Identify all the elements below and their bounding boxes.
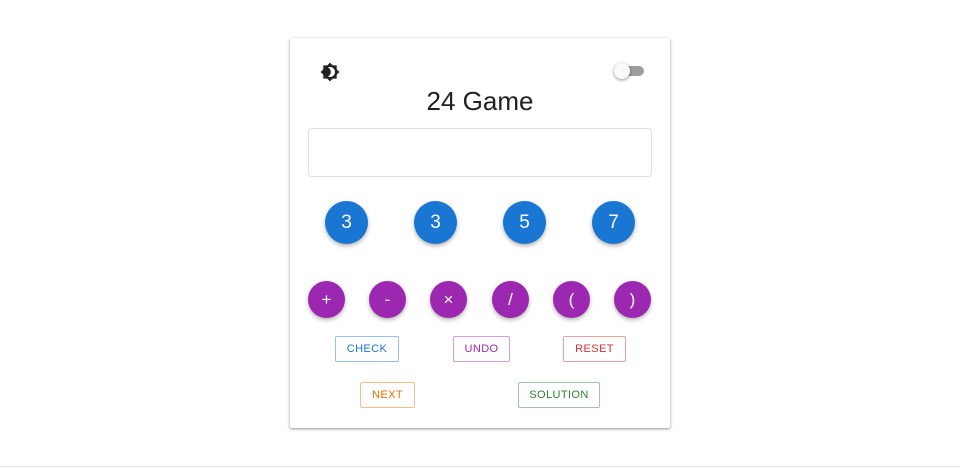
plus-operator-button[interactable]: + [308,281,345,318]
solution-button[interactable]: SOLUTION [518,382,600,408]
number-button-2[interactable]: 3 [414,201,457,244]
number-button-3[interactable]: 5 [503,201,546,244]
expression-text [309,129,651,153]
check-button[interactable]: CHECK [335,336,399,362]
toggle-thumb [614,63,630,79]
dark-mode-toggle[interactable] [614,63,644,79]
game-card: 24 Game 3 3 5 7 + - × / ( ) CHECK UNDO R… [290,38,670,428]
number-button-1[interactable]: 3 [325,201,368,244]
open-paren-button[interactable]: ( [553,281,590,318]
brightness-icon[interactable] [320,62,340,82]
next-button[interactable]: NEXT [360,382,415,408]
close-paren-button[interactable]: ) [614,281,651,318]
minus-operator-button[interactable]: - [369,281,406,318]
undo-button[interactable]: UNDO [453,336,510,362]
reset-button[interactable]: RESET [563,336,626,362]
multiply-operator-button[interactable]: × [430,281,467,318]
page-title: 24 Game [426,86,534,116]
expression-display [308,128,652,177]
page-divider [0,466,960,467]
divide-operator-button[interactable]: / [492,281,529,318]
number-button-4[interactable]: 7 [592,201,635,244]
